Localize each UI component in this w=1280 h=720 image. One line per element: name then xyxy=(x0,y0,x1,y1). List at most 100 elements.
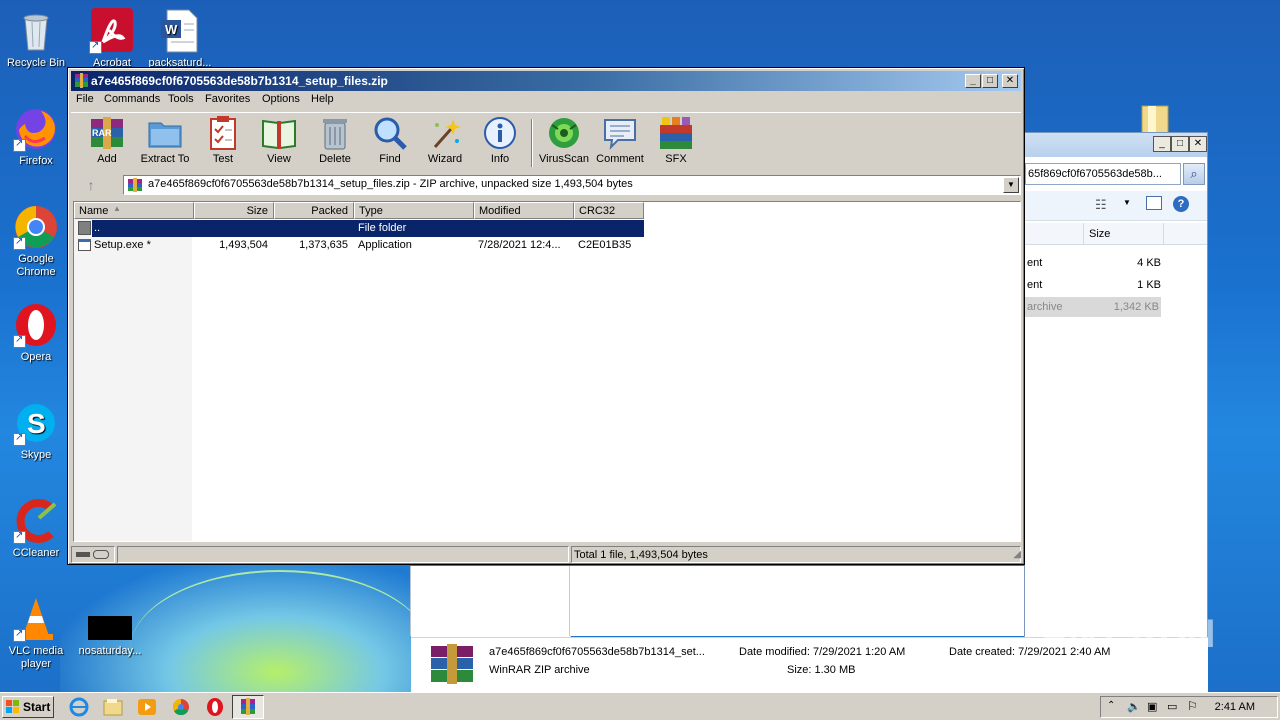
opera-taskbar-icon[interactable] xyxy=(204,697,226,717)
view-button[interactable]: View xyxy=(249,115,309,165)
folder-icon xyxy=(147,115,183,151)
menu-options[interactable]: Options xyxy=(262,93,300,105)
menu-favorites[interactable]: Favorites xyxy=(205,93,250,105)
help-icon[interactable]: ? xyxy=(1173,196,1189,212)
cell-type: Application xyxy=(358,239,412,251)
column-header-crc32[interactable]: CRC32 xyxy=(574,202,644,219)
network-icon[interactable]: ▣ xyxy=(1147,700,1157,713)
internet-explorer-icon[interactable] xyxy=(68,697,90,717)
main-toolbar: RAR Add Extract To Test View Delete Find… xyxy=(71,112,1021,172)
magnifier-icon xyxy=(372,115,408,151)
up-arrow-icon[interactable]: ↑ xyxy=(77,177,105,195)
archive-path-field[interactable]: a7e465f869cf0f6705563de58b7b1314_setup_f… xyxy=(123,175,1021,195)
column-header-type[interactable]: Type xyxy=(354,202,474,219)
desktop-icon-label: nosaturday... xyxy=(78,645,142,657)
chevron-down-icon[interactable]: ▼ xyxy=(1123,198,1131,207)
drive-status-icon[interactable] xyxy=(71,546,115,563)
size-column-header[interactable]: Size xyxy=(1089,228,1110,240)
column-header-size[interactable]: Size xyxy=(194,202,274,219)
close-button[interactable]: ✕ xyxy=(1002,74,1018,88)
menu-file[interactable]: File xyxy=(76,93,94,105)
explorer-address-bar[interactable]: 65f869cf0f6705563de58b... xyxy=(1025,163,1181,185)
svg-text:S: S xyxy=(27,408,46,439)
book-icon xyxy=(261,115,297,151)
menu-tools[interactable]: Tools xyxy=(168,93,194,105)
chrome-icon xyxy=(13,204,59,250)
file-explorer-icon[interactable] xyxy=(102,697,124,717)
clock[interactable]: 2:41 AM xyxy=(1215,701,1255,713)
extract-to-button[interactable]: Extract To xyxy=(135,115,195,165)
folder-icon[interactable] xyxy=(1140,104,1172,135)
cell-type: File folder xyxy=(358,222,407,234)
explorer-toolbar: ☷ ▼ ? xyxy=(1025,191,1207,221)
column-header-modified[interactable]: Modified xyxy=(474,202,574,219)
winrar-archive-icon xyxy=(429,644,475,684)
maximize-button[interactable]: □ xyxy=(1171,136,1189,152)
menu-help[interactable]: Help xyxy=(311,93,334,105)
ccleaner-icon xyxy=(13,498,59,544)
maximize-button[interactable]: □ xyxy=(982,74,998,88)
winrar-window[interactable]: a7e465f869cf0f6705563de58b7b1314_setup_f… xyxy=(67,67,1025,565)
start-button[interactable]: Start xyxy=(2,696,54,718)
chevron-down-icon[interactable]: ▼ xyxy=(1003,177,1019,193)
find-button[interactable]: Find xyxy=(360,115,420,165)
volume-icon[interactable]: 🔈 xyxy=(1127,700,1141,713)
column-header-packed[interactable]: Packed xyxy=(274,202,354,219)
resize-grip-icon[interactable]: ◢ xyxy=(1013,549,1021,560)
menu-commands[interactable]: Commands xyxy=(104,93,160,105)
comment-button[interactable]: Comment xyxy=(590,115,650,165)
sfx-button[interactable]: SFX xyxy=(646,115,706,165)
menu-bar: File Commands Tools Favorites Options He… xyxy=(71,91,1021,109)
wizard-button[interactable]: Wizard xyxy=(415,115,475,165)
minimize-button[interactable]: _ xyxy=(1153,136,1171,152)
info-button[interactable]: Info xyxy=(470,115,530,165)
parent-folder-icon xyxy=(78,221,91,235)
word-doc-desktop-icon[interactable]: W packsaturd... xyxy=(145,8,215,70)
skype-desktop-icon[interactable]: S Skype xyxy=(1,400,71,462)
winrar-titlebar[interactable]: a7e465f869cf0f6705563de58b7b1314_setup_f… xyxy=(71,71,1021,91)
preview-pane-icon[interactable] xyxy=(1146,196,1162,210)
view-options-icon[interactable]: ☷ xyxy=(1095,197,1107,213)
explorer-titlebar[interactable]: _ □ ✕ xyxy=(1025,133,1207,157)
winrar-taskbar-button[interactable] xyxy=(232,695,264,719)
cell-packed: 1,373,635 xyxy=(299,239,348,251)
list-item-selected[interactable]: archive 1,342 KB xyxy=(1025,297,1161,317)
monitor-icon[interactable]: ▭ xyxy=(1167,700,1177,713)
search-icon[interactable]: ⌕ xyxy=(1183,163,1205,185)
svg-text:RAR: RAR xyxy=(92,128,112,138)
details-size: Size: 1.30 MB xyxy=(787,664,856,676)
acrobat-desktop-icon[interactable]: Acrobat xyxy=(77,8,147,70)
info-icon xyxy=(482,115,518,151)
file-list[interactable]: Name ▲ Size Packed Type Modified CRC32 .… xyxy=(73,201,1021,542)
virusscan-button[interactable]: VirusScan xyxy=(534,115,594,165)
minimize-button[interactable]: _ xyxy=(965,74,981,88)
table-row[interactable]: Setup.exe * 1,493,504 1,373,635 Applicat… xyxy=(74,237,644,254)
magic-wand-icon xyxy=(427,115,463,151)
recycle-bin-desktop-icon[interactable]: Recycle Bin xyxy=(1,8,71,70)
add-button[interactable]: RAR Add xyxy=(77,115,137,165)
media-player-icon[interactable] xyxy=(136,697,158,717)
explorer-window[interactable]: _ □ ✕ 65f869cf0f6705563de58b... ⌕ ☷ ▼ ? … xyxy=(411,132,1208,693)
close-button[interactable]: ✕ xyxy=(1189,136,1207,152)
column-header-name[interactable]: Name ▲ xyxy=(74,202,194,219)
list-item[interactable]: ent 4 KB xyxy=(1025,253,1161,273)
chrome-taskbar-icon[interactable] xyxy=(170,697,192,717)
black-thumbnail-icon xyxy=(87,610,133,642)
path-bar: ↑ a7e465f869cf0f6705563de58b7b1314_setup… xyxy=(71,174,1021,196)
taskbar: Start ⌃ 🔈 ▣ ▭ ⚐ 2:41 AM xyxy=(0,692,1280,720)
list-item[interactable]: ent 1 KB xyxy=(1025,275,1161,295)
tray-expand-icon[interactable]: ⌃ xyxy=(1107,700,1115,711)
desktop-icon-label: Firefox xyxy=(19,155,53,167)
firefox-desktop-icon[interactable]: Firefox xyxy=(1,106,71,168)
delete-button[interactable]: Delete xyxy=(305,115,365,165)
test-button[interactable]: Test xyxy=(193,115,253,165)
action-center-flag-icon[interactable]: ⚐ xyxy=(1187,699,1198,713)
checklist-icon xyxy=(205,115,241,151)
details-date-modified: Date modified: 7/29/2021 1:20 AM xyxy=(739,646,906,658)
table-row-parent[interactable]: .. File folder xyxy=(74,220,644,237)
opera-desktop-icon[interactable]: Opera xyxy=(1,302,71,364)
vlc-desktop-icon[interactable]: VLC media player xyxy=(1,596,71,671)
nosaturday-desktop-icon[interactable]: nosaturday... xyxy=(75,610,145,658)
ccleaner-desktop-icon[interactable]: CCleaner xyxy=(1,498,71,560)
chrome-desktop-icon[interactable]: Google Chrome xyxy=(1,204,71,279)
